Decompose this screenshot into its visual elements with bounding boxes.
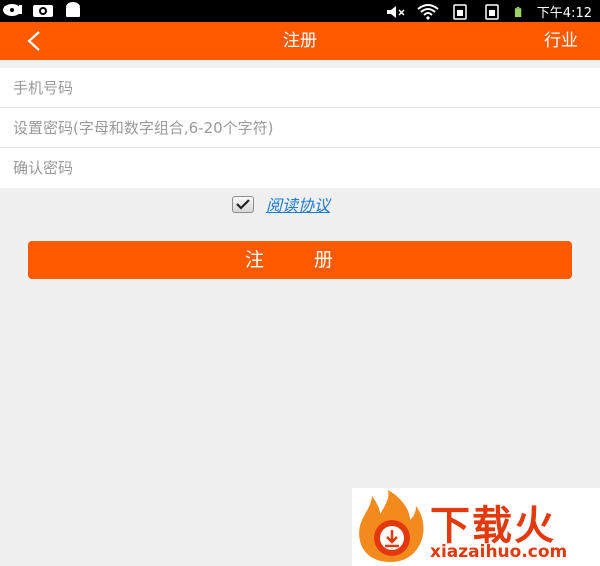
flame-logo-icon [359,490,424,562]
disc-icon [3,4,22,16]
phone-input[interactable] [11,77,575,98]
confirm-password-input[interactable] [11,158,575,178]
confirm-password-field-row [0,148,600,188]
title-bar: 注册 行业 [0,22,600,60]
watermark-url: xiazaihuo.com [430,542,568,562]
watermark-logo: 下载火 xiazaihuo.com [352,488,600,566]
register-button[interactable]: 注 册 [28,241,572,279]
mute-icon [386,5,405,18]
agreement-link[interactable]: 阅读协议 [266,192,330,216]
phone-field-row [0,68,600,108]
agreement-row: 阅读协议 [232,192,330,216]
android-icon [66,2,80,17]
battery-icon [514,6,522,17]
password-field-row [0,108,600,148]
status-bar-left [2,2,84,18]
industry-button[interactable]: 行业 [544,22,578,60]
status-bar-right: 下午4:12 [385,2,592,21]
sim-icon [485,3,499,20]
status-bar: 下午4:12 [0,0,600,22]
sim-icon [453,3,467,20]
status-time: 下午4:12 [536,6,592,21]
register-form [0,68,600,188]
password-input[interactable] [11,117,575,138]
wifi-icon [417,3,439,20]
page-title: 注册 [283,31,317,51]
chevron-left-icon[interactable] [22,28,48,54]
agree-checkbox[interactable] [232,195,254,213]
camera-icon [33,5,53,17]
checkmark-icon [236,199,250,210]
